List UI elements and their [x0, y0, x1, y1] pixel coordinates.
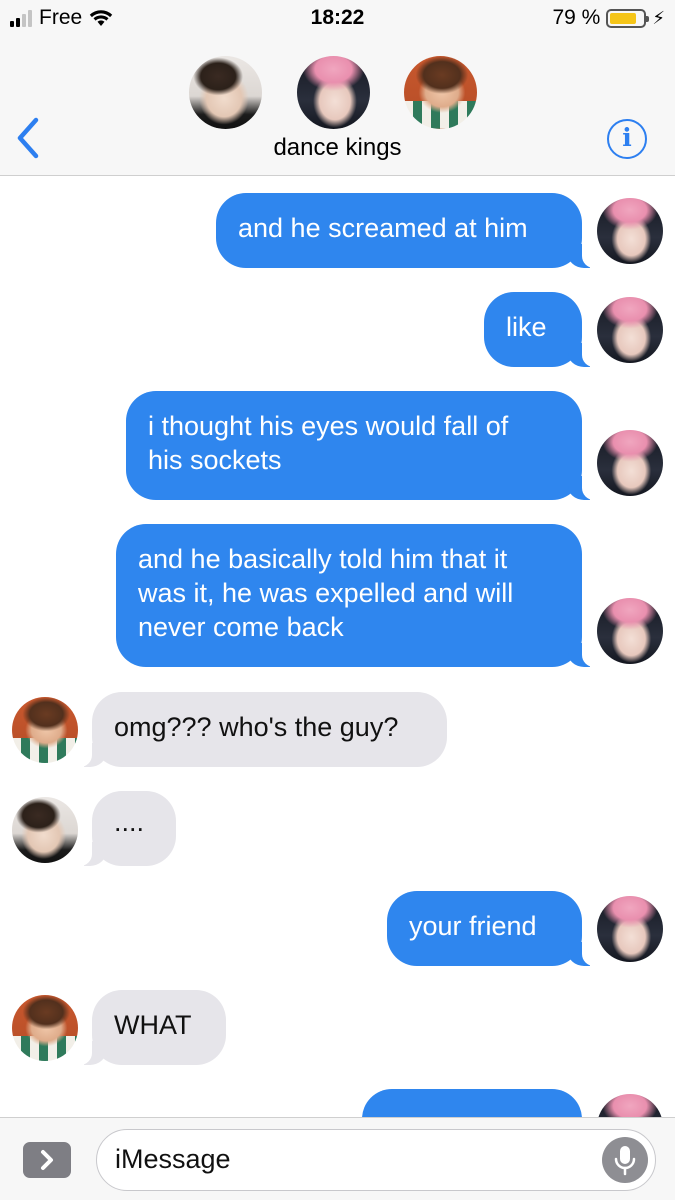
battery-icon [606, 8, 650, 28]
message-bubble[interactable]: i thought his eyes would fall of his soc… [126, 391, 596, 500]
conversation-title[interactable]: dance kings [0, 134, 675, 162]
app-store-chevron-icon [41, 1150, 53, 1170]
participant-avatar-jungkook[interactable] [189, 56, 262, 129]
sender-avatar[interactable] [597, 297, 663, 363]
sender-avatar[interactable] [597, 896, 663, 962]
microphone-icon [614, 1146, 636, 1176]
charging-bolt-icon: ⚡︎ [652, 7, 665, 28]
battery-level [610, 12, 636, 24]
message-input[interactable] [115, 1130, 585, 1189]
message-field[interactable] [96, 1129, 656, 1191]
message-thread[interactable]: and he screamed at him like i thought hi… [0, 177, 675, 1117]
message-bubble[interactable]: .... [78, 791, 176, 866]
message-bubble[interactable]: WHAT [78, 990, 226, 1065]
status-bar-right: 79 % ⚡︎ [552, 6, 665, 30]
dictation-button[interactable] [602, 1137, 648, 1183]
sender-avatar[interactable] [597, 1094, 663, 1117]
message-bubble[interactable]: and he screamed at him [216, 193, 596, 268]
status-bar: Free 18:22 79 % ⚡︎ [0, 0, 675, 38]
group-avatars[interactable] [0, 56, 675, 130]
message-bubble[interactable] [362, 1089, 582, 1117]
sender-avatar[interactable] [597, 198, 663, 264]
conversation-header: dance kings i [0, 38, 675, 176]
battery-percent: 79 % [552, 6, 601, 29]
compose-bar [0, 1117, 675, 1200]
message-bubble[interactable]: like [484, 292, 596, 367]
info-icon: i [622, 123, 632, 152]
sender-avatar[interactable] [12, 995, 78, 1061]
participant-avatar-jimin[interactable] [297, 56, 370, 129]
participant-avatar-hoseok[interactable] [404, 56, 477, 129]
message-bubble[interactable]: omg??? who's the guy? [78, 692, 447, 767]
message-bubble[interactable]: your friend [387, 891, 596, 966]
message-bubble[interactable]: and he basically told him that it was it… [116, 524, 596, 667]
sender-avatar[interactable] [597, 598, 663, 664]
apps-button[interactable] [23, 1142, 71, 1178]
sender-avatar[interactable] [12, 697, 78, 763]
sender-avatar[interactable] [12, 797, 78, 863]
sender-avatar[interactable] [597, 430, 663, 496]
info-button[interactable]: i [607, 119, 647, 159]
